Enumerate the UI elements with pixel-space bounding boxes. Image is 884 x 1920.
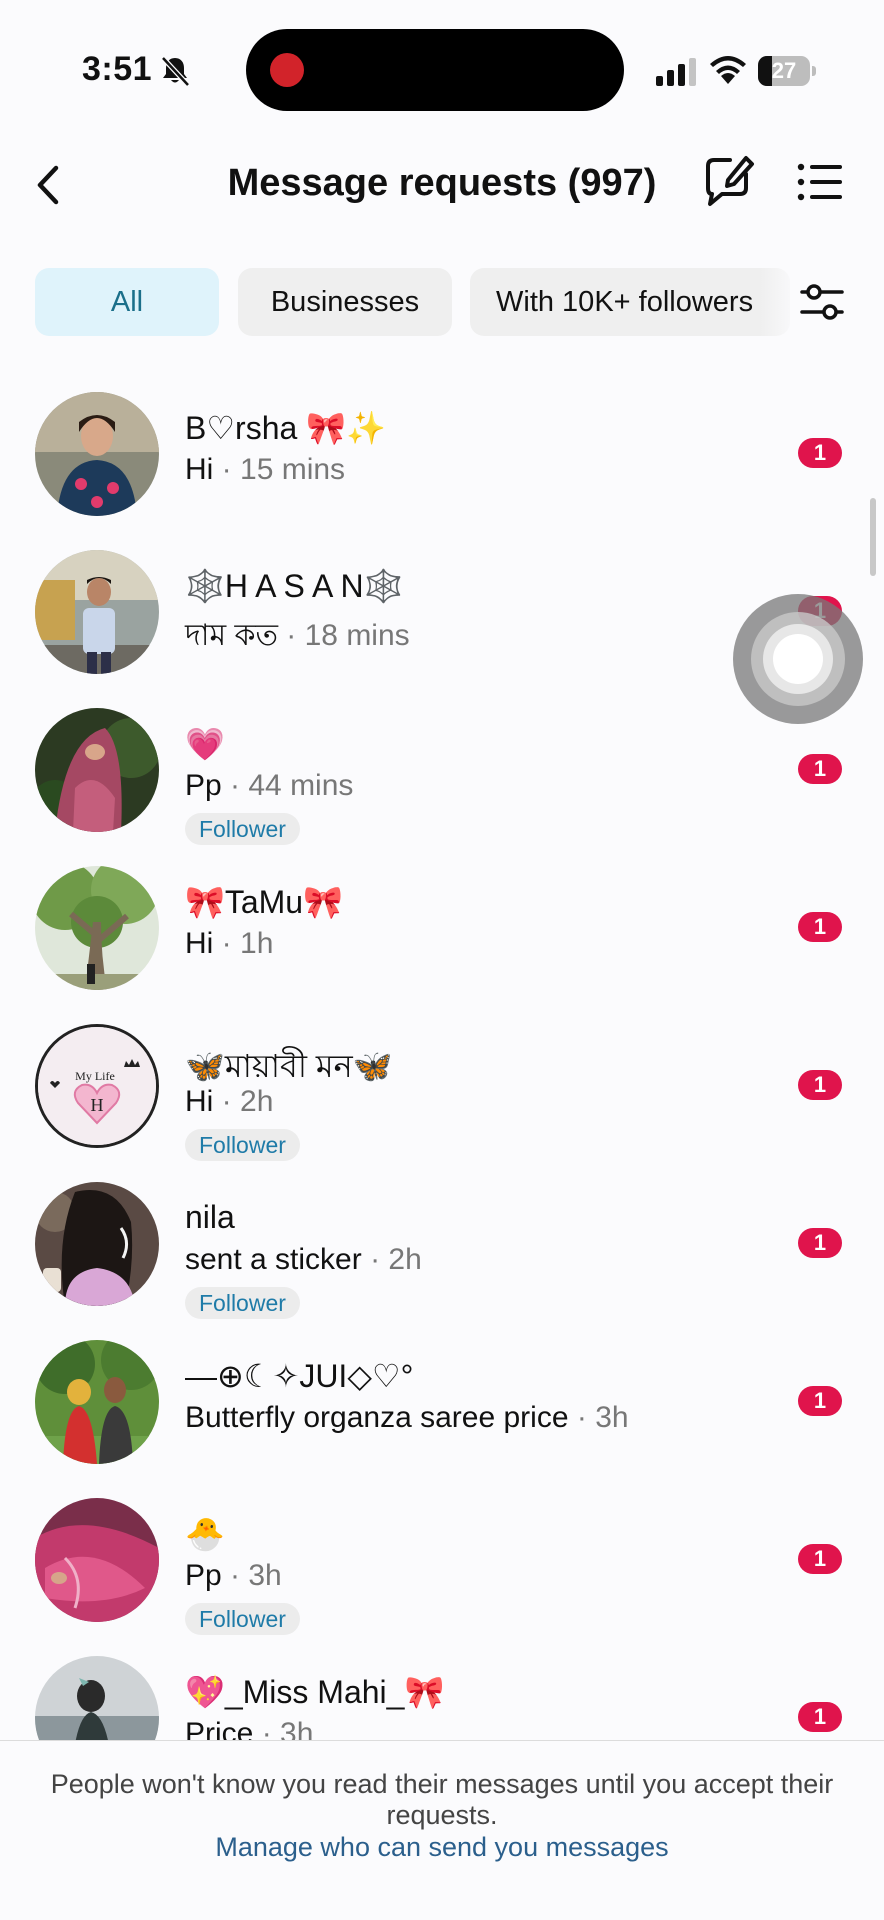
follower-chip: Follower: [185, 1129, 300, 1161]
chip-fade: [760, 268, 800, 336]
message-time: · 18 mins: [277, 619, 410, 652]
message-time: · 44 mins: [221, 769, 354, 802]
unread-badge: 1: [798, 438, 842, 468]
signal-icon: [656, 58, 696, 86]
request-row[interactable]: 💗 Pp · 44 mins Follower 1: [0, 701, 884, 859]
message-time: · 2h: [361, 1243, 422, 1276]
message-preview: Hi · 2h: [185, 1085, 273, 1119]
request-row[interactable]: 🐣 Pp · 3h Follower 1: [0, 1491, 884, 1649]
sender-name: 💖_Miss Mahi_🎀: [185, 1674, 445, 1710]
compose-edit-icon[interactable]: [700, 152, 756, 212]
recording-indicator: [270, 53, 304, 87]
request-row[interactable]: 💖_Miss Mahi_🎀 Price · 3h 1: [0, 1649, 884, 1740]
battery-percent: 27: [771, 58, 797, 83]
avatar[interactable]: [35, 550, 159, 674]
unread-badge: 1: [798, 912, 842, 942]
message-preview: Pp · 3h: [185, 1559, 282, 1593]
message-preview: Hi · 1h: [185, 927, 273, 961]
message-time: · 1h: [213, 927, 274, 960]
unread-badge: 1: [798, 1702, 842, 1732]
footer: People won't know you read their message…: [0, 1740, 884, 1920]
message-preview: দাম কত · 18 mins: [185, 611, 410, 662]
filter-chip-businesses[interactable]: Businesses: [238, 268, 452, 336]
header: Message requests (997): [0, 140, 884, 230]
list-icon[interactable]: [796, 160, 844, 204]
sender-name: nila: [185, 1199, 235, 1235]
unread-badge: 1: [798, 754, 842, 784]
avatar[interactable]: [35, 1656, 159, 1740]
message-time: · 3h: [221, 1559, 282, 1592]
message-text: Hi: [185, 453, 214, 486]
avatar[interactable]: [35, 392, 159, 516]
assistive-touch-button[interactable]: [733, 594, 863, 724]
message-text: Hi: [185, 1085, 214, 1118]
wifi-icon: [710, 56, 746, 84]
follower-chip: Follower: [185, 813, 300, 845]
avatar-letter: H: [91, 1095, 104, 1115]
message-preview: sent a sticker · 2h: [185, 1243, 422, 1277]
message-time: · 3h: [568, 1401, 629, 1434]
avatar[interactable]: [35, 708, 159, 832]
message-preview: Hi · 15 mins: [185, 453, 345, 487]
filter-sliders-icon[interactable]: [798, 280, 846, 324]
sender-name: 🕸️H A S A N🕸️: [185, 568, 404, 604]
avatar[interactable]: [35, 1340, 159, 1464]
filter-bar: All Businesses With 10K+ followers: [0, 268, 884, 338]
avatar[interactable]: [35, 866, 159, 990]
message-time: · 3h: [253, 1717, 314, 1740]
message-time: · 15 mins: [213, 453, 346, 486]
unread-badge: 1: [798, 1544, 842, 1574]
avatar[interactable]: [35, 1182, 159, 1306]
message-text: Pp: [185, 1559, 222, 1592]
message-text: Price: [185, 1717, 254, 1740]
message-text: sent a sticker: [185, 1243, 362, 1276]
message-preview: Price · 3h: [185, 1717, 313, 1740]
filter-chip-10k-followers[interactable]: With 10K+ followers: [470, 268, 790, 336]
sender-name: ⎯⎯⊕☾✧JUI◇♡°: [185, 1358, 414, 1394]
bell-slash-icon: [161, 56, 190, 87]
status-bar: 3:51 27: [0, 0, 884, 130]
sender-name: B♡rsha 🎀✨: [185, 410, 386, 446]
follower-chip: Follower: [185, 1287, 300, 1319]
message-time: · 2h: [213, 1085, 274, 1118]
filter-chip-all[interactable]: All: [35, 268, 219, 336]
sender-name: 🎀TaMu🎀: [185, 884, 343, 920]
unread-badge: 1: [798, 1228, 842, 1258]
unread-badge: 1: [798, 1386, 842, 1416]
avatar[interactable]: My Life H: [35, 1024, 159, 1148]
sender-name: 💗: [185, 725, 225, 763]
avatar[interactable]: [35, 1498, 159, 1622]
message-request-list: B♡rsha 🎀✨ Hi · 15 mins 1 🕸️H A S A N🕸️ দ…: [0, 385, 884, 1740]
message-preview: Butterfly organza saree price · 3h: [185, 1401, 629, 1435]
message-preview: Pp · 44 mins: [185, 769, 353, 803]
message-text: Hi: [185, 927, 214, 960]
battery-icon: 27: [758, 56, 816, 86]
sender-name: 🐣: [185, 1515, 225, 1553]
request-row[interactable]: B♡rsha 🎀✨ Hi · 15 mins 1: [0, 385, 884, 543]
request-row[interactable]: My Life H 🦋মায়াবী মন🦋 Hi · 2h Follower …: [0, 1017, 884, 1175]
status-time: 3:51: [82, 50, 153, 88]
message-text: Butterfly organza saree price: [185, 1401, 569, 1434]
message-text: দাম কত: [185, 619, 278, 652]
avatar-text: My Life: [75, 1069, 115, 1083]
message-text: Pp: [185, 769, 222, 802]
follower-chip: Follower: [185, 1603, 300, 1635]
scrollbar[interactable]: [870, 498, 876, 576]
manage-messages-link[interactable]: Manage who can send you messages: [0, 1832, 884, 1863]
request-row[interactable]: ⎯⎯⊕☾✧JUI◇♡° Butterfly organza saree pric…: [0, 1333, 884, 1491]
request-row[interactable]: nila sent a sticker · 2h Follower 1: [0, 1175, 884, 1333]
footer-note: People won't know you read their message…: [50, 1769, 834, 1830]
dynamic-island: [246, 29, 624, 111]
request-row[interactable]: 🎀TaMu🎀 Hi · 1h 1: [0, 859, 884, 1017]
unread-badge: 1: [798, 1070, 842, 1100]
